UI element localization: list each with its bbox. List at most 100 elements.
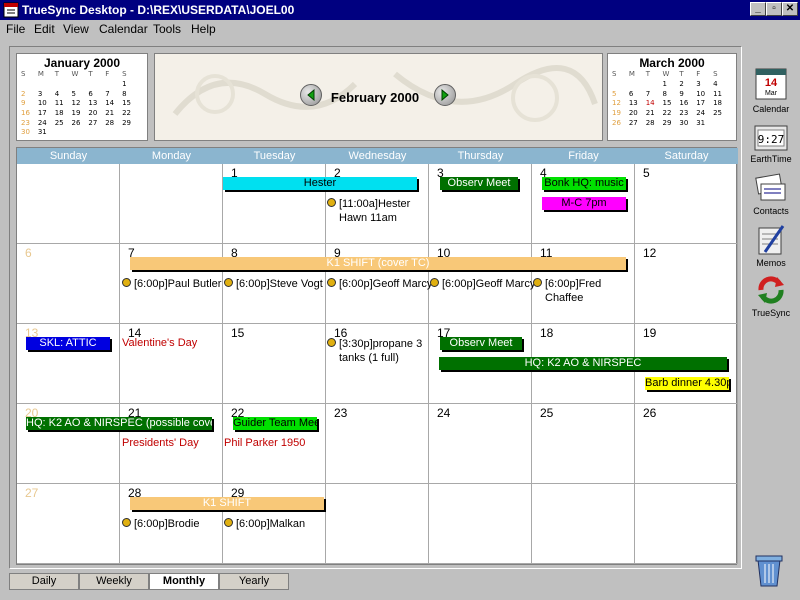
event-bar[interactable]: Bonk HQ: music: [542, 177, 626, 190]
day-cell[interactable]: 26: [635, 404, 738, 484]
day-cell[interactable]: 13: [17, 324, 120, 404]
mini-date[interactable]: 26: [72, 119, 89, 129]
mini-date[interactable]: 24: [38, 119, 55, 129]
mini-date[interactable]: 18: [713, 99, 730, 109]
mini-calendar-next[interactable]: March 2000 SMTWTFS 1 2 3 4 5 6 7 8 9 10 11 12 13 14 15…: [607, 53, 737, 141]
mini-date[interactable]: 16: [679, 99, 696, 109]
mini-date[interactable]: 5: [612, 90, 629, 100]
day-cell[interactable]: [532, 484, 635, 564]
menu-tools[interactable]: Tools: [153, 22, 181, 36]
mini-date[interactable]: 14: [646, 99, 663, 109]
mini-date[interactable]: 15: [663, 99, 680, 109]
day-cell[interactable]: 3: [429, 164, 532, 244]
menu-file[interactable]: File: [6, 22, 25, 36]
mini-date[interactable]: 9: [679, 90, 696, 100]
mini-date[interactable]: 11: [713, 90, 730, 100]
day-cell[interactable]: [120, 164, 223, 244]
mini-date[interactable]: 21: [105, 109, 122, 119]
day-cell[interactable]: 14: [120, 324, 223, 404]
mini-date[interactable]: 22: [122, 109, 139, 119]
mini-date[interactable]: 31: [696, 119, 713, 129]
calendar-tool-button[interactable]: 14 Mar Calendar: [744, 66, 798, 116]
day-cell[interactable]: 24: [429, 404, 532, 484]
mini-date[interactable]: 2: [21, 90, 38, 100]
mini-date[interactable]: 19: [612, 109, 629, 119]
day-cell[interactable]: 5: [635, 164, 738, 244]
mini-date[interactable]: 23: [21, 119, 38, 129]
event-bar[interactable]: HQ: K2 AO & NIRSPEC: [439, 357, 727, 370]
day-cell[interactable]: 20: [17, 404, 120, 484]
mini-date[interactable]: 4: [55, 90, 72, 100]
mini-date[interactable]: 28: [105, 119, 122, 129]
mini-date[interactable]: 24: [696, 109, 713, 119]
close-button[interactable]: ✕: [782, 2, 798, 16]
day-cell[interactable]: [429, 484, 532, 564]
mini-date[interactable]: 17: [696, 99, 713, 109]
event-bar[interactable]: HQ: K2 AO & NIRSPEC (possible cover: [26, 417, 212, 430]
mini-date[interactable]: 19: [72, 109, 89, 119]
event-bar[interactable]: M-C 7pm: [542, 197, 626, 210]
mini-date[interactable]: 27: [629, 119, 646, 129]
mini-date[interactable]: 7: [105, 90, 122, 100]
mini-date[interactable]: 25: [713, 109, 730, 119]
day-cell[interactable]: 15: [223, 324, 326, 404]
mini-date[interactable]: 13: [88, 99, 105, 109]
event-bar[interactable]: SKL: ATTIC: [26, 337, 110, 350]
day-cell[interactable]: 1: [223, 164, 326, 244]
day-cell[interactable]: [635, 484, 738, 564]
mini-date[interactable]: 6: [629, 90, 646, 100]
mini-date[interactable]: 16: [21, 109, 38, 119]
tab-monthly[interactable]: Monthly: [149, 573, 219, 590]
mini-date[interactable]: 3: [696, 80, 713, 90]
mini-date[interactable]: 30: [679, 119, 696, 129]
menu-help[interactable]: Help: [191, 22, 216, 36]
mini-date[interactable]: 27: [88, 119, 105, 129]
mini-date[interactable]: 25: [55, 119, 72, 129]
mini-date[interactable]: 15: [122, 99, 139, 109]
restore-button[interactable]: ▫: [766, 2, 782, 16]
minimize-button[interactable]: _: [750, 2, 766, 16]
mini-date[interactable]: 3: [38, 90, 55, 100]
memos-tool-button[interactable]: Memos: [744, 222, 798, 270]
mini-date[interactable]: 11: [55, 99, 72, 109]
mini-calendar-prev[interactable]: January 2000 SMTWTFS 1 2 3 4 5 6 7 8 9 10 11 12 13 14…: [16, 53, 148, 141]
mini-date[interactable]: 17: [38, 109, 55, 119]
event-bar[interactable]: K1 SHIFT (cover TC): [130, 257, 626, 270]
truesync-tool-button[interactable]: TrueSync: [744, 272, 798, 320]
mini-date[interactable]: 30: [21, 128, 38, 138]
mini-date[interactable]: 20: [629, 109, 646, 119]
mini-date[interactable]: 29: [122, 119, 139, 129]
mini-date[interactable]: 14: [105, 99, 122, 109]
mini-date[interactable]: 28: [646, 119, 663, 129]
mini-date[interactable]: 1: [663, 80, 680, 90]
mini-date[interactable]: 13: [629, 99, 646, 109]
event-bar[interactable]: Barb dinner 4.30p: [645, 377, 729, 390]
mini-date[interactable]: 23: [679, 109, 696, 119]
mini-date[interactable]: 4: [713, 80, 730, 90]
day-cell[interactable]: 12: [635, 244, 738, 324]
mini-date[interactable]: 31: [38, 128, 55, 138]
event-bar[interactable]: Hester: [223, 177, 417, 190]
mini-date[interactable]: 29: [663, 119, 680, 129]
mini-date[interactable]: 12: [72, 99, 89, 109]
event-bar[interactable]: K1 SHIFT: [130, 497, 324, 510]
day-cell[interactable]: 6: [17, 244, 120, 324]
day-cell[interactable]: [17, 164, 120, 244]
tab-weekly[interactable]: Weekly: [79, 573, 149, 590]
event-bar[interactable]: Observ Meet: [440, 337, 522, 350]
trash-icon[interactable]: [752, 552, 786, 588]
menu-calendar[interactable]: Calendar: [99, 22, 148, 36]
mini-date[interactable]: 8: [122, 90, 139, 100]
tab-daily[interactable]: Daily: [9, 573, 79, 590]
mini-date[interactable]: 26: [612, 119, 629, 129]
mini-date[interactable]: 2: [679, 80, 696, 90]
next-month-button[interactable]: [434, 84, 456, 106]
mini-date[interactable]: 20: [88, 109, 105, 119]
mini-date[interactable]: 7: [646, 90, 663, 100]
mini-date[interactable]: 6: [88, 90, 105, 100]
mini-date[interactable]: 5: [72, 90, 89, 100]
event-bar[interactable]: Guider Team Meet: [233, 417, 317, 430]
menu-view[interactable]: View: [63, 22, 89, 36]
earthtime-tool-button[interactable]: 9:27 EarthTime: [744, 120, 798, 168]
mini-date[interactable]: 22: [663, 109, 680, 119]
